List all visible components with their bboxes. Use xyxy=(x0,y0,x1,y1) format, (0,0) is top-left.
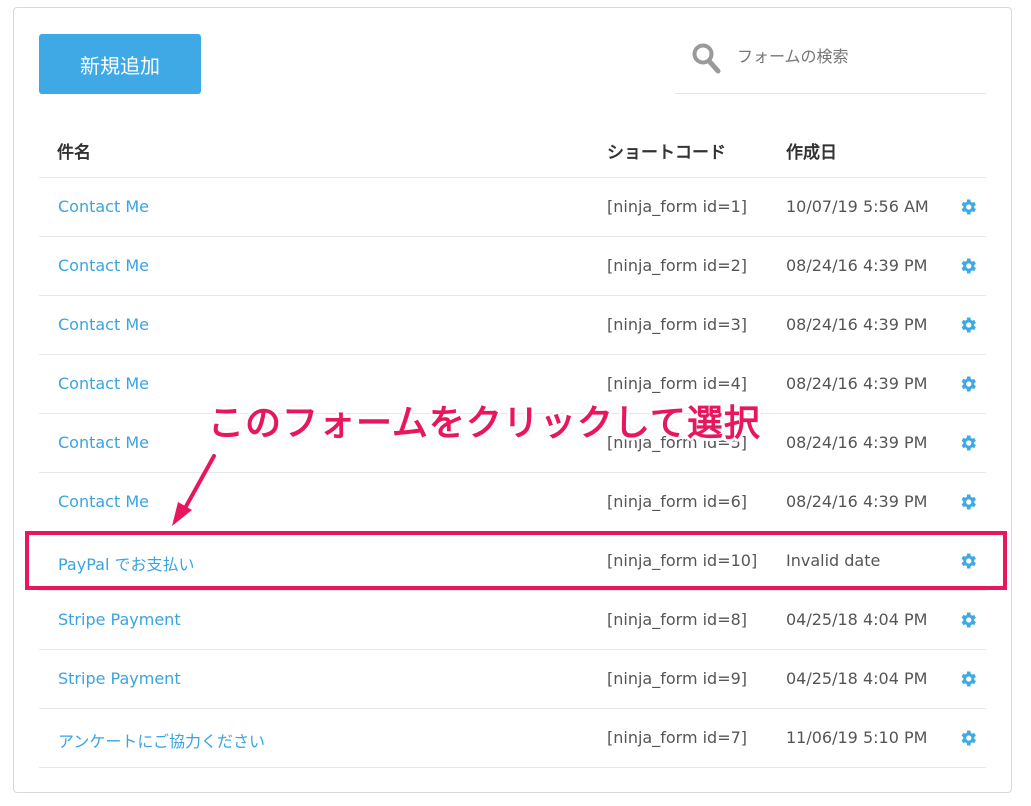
table-row: Stripe Payment [ninja_form id=9] 04/25/18 … xyxy=(39,649,986,708)
form-shortcode: [ninja_form id=7] xyxy=(607,728,748,747)
search-box xyxy=(675,28,986,94)
form-created-date: 11/06/19 5:10 PM xyxy=(786,728,928,747)
table-row: Contact Me [ninja_form id=3] 08/24/16 4:39… xyxy=(39,295,986,354)
gear-icon[interactable] xyxy=(958,669,978,689)
gear-icon[interactable] xyxy=(958,315,978,335)
form-created-date: 08/24/16 4:39 PM xyxy=(786,492,928,511)
form-shortcode: [ninja_form id=8] xyxy=(607,610,748,629)
gear-icon[interactable] xyxy=(958,610,978,630)
form-shortcode: [ninja_form id=9] xyxy=(607,669,748,688)
column-header-shortcode: ショートコード xyxy=(607,143,726,163)
form-title-link[interactable]: Contact Me xyxy=(58,433,149,452)
form-shortcode: [ninja_form id=2] xyxy=(607,256,748,275)
form-shortcode: [ninja_form id=6] xyxy=(607,492,748,511)
table-row: PayPal でお支払い [ninja_form id=10] Invalid da… xyxy=(39,531,986,590)
form-title-link[interactable]: Contact Me xyxy=(58,492,149,511)
table-row: Stripe Payment [ninja_form id=8] 04/25/18 … xyxy=(39,590,986,649)
form-title-link[interactable]: Contact Me xyxy=(58,374,149,393)
gear-icon[interactable] xyxy=(958,197,978,217)
form-shortcode: [ninja_form id=4] xyxy=(607,374,748,393)
form-created-date: 08/24/16 4:39 PM xyxy=(786,315,928,334)
arrow-pointer-icon xyxy=(172,454,216,526)
form-shortcode: [ninja_form id=10] xyxy=(607,551,758,570)
table-row: Contact Me [ninja_form id=2] 08/24/16 4:39… xyxy=(39,236,986,295)
column-header-date[interactable]: 作成日 xyxy=(786,138,837,163)
column-header-name[interactable]: 件名 xyxy=(57,138,91,163)
form-title-link[interactable]: Stripe Payment xyxy=(58,669,181,688)
annotation-callout: このフォームをクリックして選択 xyxy=(208,403,761,444)
form-created-date: 04/25/18 4:04 PM xyxy=(786,610,928,629)
form-title-link[interactable]: PayPal でお支払い xyxy=(58,551,194,575)
table-row: アンケートにご協力ください [ninja_form id=7] 11/06/19 5… xyxy=(39,708,986,767)
form-title-link[interactable]: Contact Me xyxy=(58,256,149,275)
gear-icon[interactable] xyxy=(958,256,978,276)
form-created-date: 08/24/16 4:39 PM xyxy=(786,374,928,393)
form-title-link[interactable]: Contact Me xyxy=(58,197,149,216)
form-created-date: 10/07/19 5:56 AM xyxy=(786,197,929,216)
gear-icon[interactable] xyxy=(958,374,978,394)
add-new-button[interactable]: 新規追加 xyxy=(39,34,201,94)
form-shortcode: [ninja_form id=1] xyxy=(607,197,748,216)
gear-icon[interactable] xyxy=(958,551,978,571)
search-input[interactable] xyxy=(735,40,979,72)
form-title-link[interactable]: アンケートにご協力ください xyxy=(58,728,265,752)
form-created-date: Invalid date xyxy=(786,551,881,570)
table-bottom-divider xyxy=(39,767,986,768)
search-icon[interactable] xyxy=(691,42,721,74)
gear-icon[interactable] xyxy=(958,492,978,512)
table-row: Contact Me [ninja_form id=1] 10/07/19 5:56… xyxy=(39,177,986,236)
form-shortcode: [ninja_form id=3] xyxy=(607,315,748,334)
form-created-date: 08/24/16 4:39 PM xyxy=(786,433,928,452)
form-created-date: 04/25/18 4:04 PM xyxy=(786,669,928,688)
gear-icon[interactable] xyxy=(958,433,978,453)
form-title-link[interactable]: Contact Me xyxy=(58,315,149,334)
form-created-date: 08/24/16 4:39 PM xyxy=(786,256,928,275)
form-title-link[interactable]: Stripe Payment xyxy=(58,610,181,629)
gear-icon[interactable] xyxy=(958,728,978,748)
